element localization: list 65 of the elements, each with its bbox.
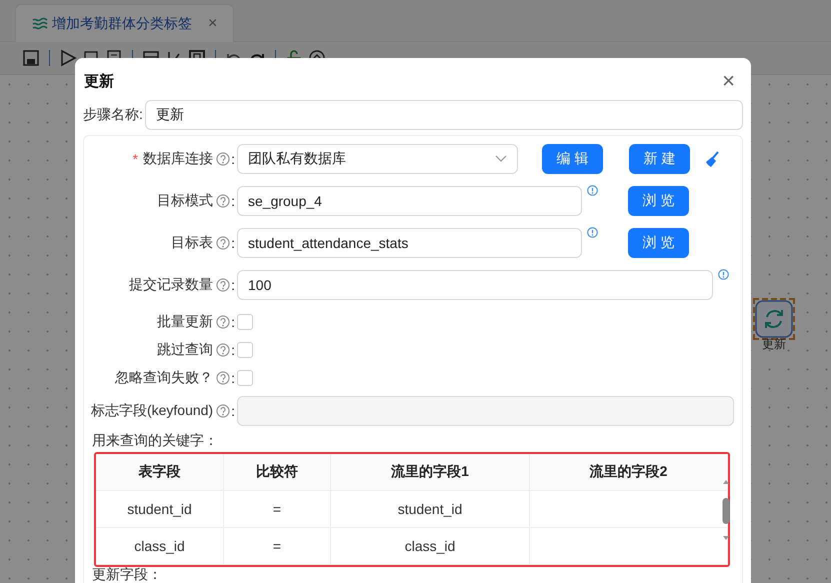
- table-cell: class_id: [96, 528, 224, 564]
- field-label: 批量更新: [157, 313, 214, 331]
- refresh-icon[interactable]: [753, 298, 795, 340]
- table-cell: class_id: [330, 528, 530, 564]
- waves-icon: [32, 16, 48, 30]
- chevron-down-icon: [495, 155, 507, 163]
- field-label: 提交记录数量: [129, 276, 214, 294]
- table-cell: student_id: [96, 490, 224, 528]
- button[interactable]: 编 辑: [542, 144, 603, 174]
- browse-button[interactable]: 浏 览: [628, 186, 689, 216]
- column-header: 表字段: [96, 454, 224, 490]
- info-icon[interactable]: [587, 185, 598, 196]
- help-icon[interactable]: [216, 236, 230, 250]
- table-cell: =: [224, 528, 330, 564]
- help-icon[interactable]: [216, 152, 230, 166]
- scrollbar[interactable]: [722, 479, 730, 541]
- checkbox[interactable]: [237, 370, 253, 386]
- info-icon[interactable]: [587, 227, 598, 238]
- play-icon[interactable]: [59, 49, 77, 67]
- table-cell: =: [224, 490, 330, 528]
- close-button[interactable]: ×: [722, 70, 735, 92]
- column-header: 比较符: [224, 454, 330, 490]
- label-colon: :: [231, 342, 235, 358]
- input-field[interactable]: 100: [237, 270, 713, 300]
- close-button[interactable]: ×: [208, 14, 218, 32]
- input-field[interactable]: se_group_4: [237, 186, 582, 216]
- field-label: 数据库连接: [143, 150, 214, 168]
- help-icon[interactable]: [216, 194, 230, 208]
- field-label: 目标表: [171, 234, 214, 252]
- input-field[interactable]: 更新: [144, 100, 743, 130]
- label-colon: :: [231, 370, 235, 386]
- dialog-title: 更新: [83, 72, 114, 90]
- required-mark: *: [132, 151, 138, 167]
- help-icon[interactable]: [216, 371, 230, 385]
- section-title: 更新字段：: [92, 567, 163, 581]
- tab[interactable]: 增加考勤群体分类标签 ×: [15, 4, 234, 42]
- help-icon[interactable]: [216, 343, 230, 357]
- field-label: 跳过查询: [157, 341, 214, 359]
- save-icon[interactable]: [22, 49, 40, 67]
- checkbox[interactable]: [237, 342, 253, 358]
- input-field[interactable]: student_attendance_stats: [237, 228, 582, 258]
- label-colon: :: [231, 314, 235, 330]
- input-field[interactable]: [237, 396, 734, 426]
- node-label: 更新: [762, 336, 786, 353]
- button[interactable]: 新 建: [629, 144, 690, 174]
- field-label: 目标模式: [157, 192, 214, 210]
- label-colon: :: [231, 235, 235, 251]
- table-cell: student_id: [330, 490, 530, 528]
- field-label: 步骤名称:: [83, 106, 143, 124]
- help-icon[interactable]: [216, 315, 230, 329]
- field-label: 忽略查询失败？: [115, 369, 214, 387]
- info-icon[interactable]: [718, 269, 729, 280]
- help-icon[interactable]: [216, 404, 230, 418]
- help-icon[interactable]: [216, 278, 230, 292]
- browse-button[interactable]: 浏 览: [628, 228, 689, 258]
- column-header: 流里的字段2: [530, 454, 728, 490]
- label-colon: :: [231, 277, 235, 293]
- checkbox[interactable]: [237, 314, 253, 330]
- label-colon: :: [231, 193, 235, 209]
- select-field[interactable]: 团队私有数据库: [237, 144, 518, 174]
- label-colon: :: [231, 151, 235, 167]
- label-colon: :: [231, 403, 235, 419]
- section-title: 用来查询的关键字：: [92, 432, 219, 450]
- column-header: 流里的字段1: [330, 454, 530, 490]
- field-label: 标志字段(keyfound): [90, 402, 214, 420]
